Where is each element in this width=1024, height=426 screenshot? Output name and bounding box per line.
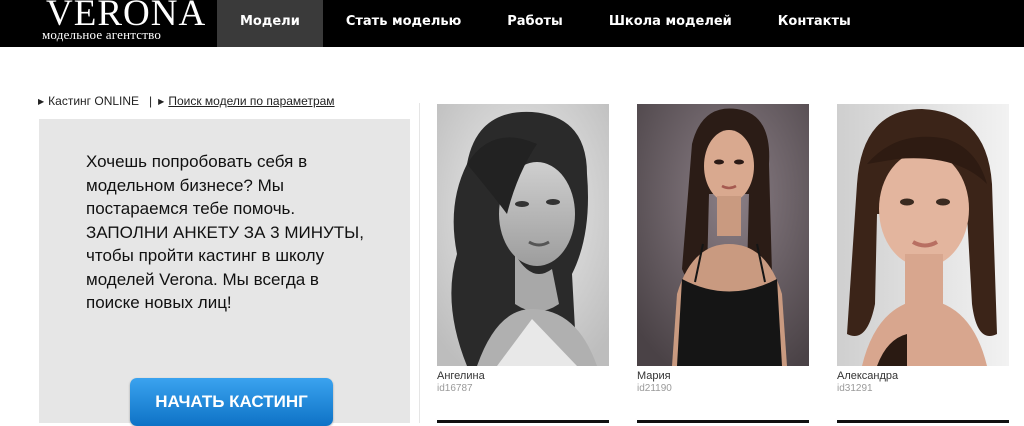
nav-item-models[interactable]: Модели [217, 0, 323, 47]
breadcrumb-separator: | [149, 94, 153, 108]
model-card[interactable]: Александра id31291 [837, 104, 1009, 395]
model-card[interactable]: Ангелина id16787 [437, 104, 609, 395]
model-photo[interactable] [637, 104, 809, 366]
nav-item-works[interactable]: Работы [484, 0, 586, 47]
site-logo[interactable]: VERONA модельное агентство [42, 0, 214, 47]
nav-item-model-school[interactable]: Школа моделей [586, 0, 755, 47]
nav-item-become-model[interactable]: Стать моделью [323, 0, 484, 47]
logo-subtitle: модельное агентство [42, 27, 162, 42]
casting-online-link[interactable]: Кастинг ONLINE [48, 94, 139, 108]
model-name[interactable]: Ангелина [437, 370, 609, 383]
model-name[interactable]: Александра [837, 370, 1009, 383]
casting-promo-panel: Хочешь попробовать себя в модельном бизн… [39, 119, 410, 426]
model-id: id21190 [637, 383, 672, 394]
triangle-right-icon: ▶ [158, 97, 165, 106]
triangle-right-icon: ▶ [38, 97, 45, 106]
model-name[interactable]: Мария [637, 370, 809, 383]
model-id: id16787 [437, 383, 473, 394]
model-card[interactable]: Мария id21190 [637, 104, 809, 395]
start-casting-button[interactable]: НАЧАТЬ КАСТИНГ [130, 378, 333, 426]
column-divider [419, 103, 420, 423]
model-photo[interactable] [437, 104, 609, 366]
casting-promo-text: Хочешь попробовать себя в модельном бизн… [86, 152, 364, 312]
main-menu: Модели Стать моделью Работы Школа моделе… [217, 0, 874, 47]
model-id: id31291 [837, 383, 873, 394]
breadcrumb: ▶ Кастинг ONLINE | ▶ Поиск модели по парамет… [38, 94, 335, 108]
top-navigation-bar: VERONA модельное агентство Модели Стать … [0, 0, 1024, 47]
search-by-parameters-link[interactable]: Поиск модели по параметрам [168, 94, 334, 108]
nav-item-contacts[interactable]: Контакты [755, 0, 874, 47]
model-photo[interactable] [837, 104, 1009, 366]
